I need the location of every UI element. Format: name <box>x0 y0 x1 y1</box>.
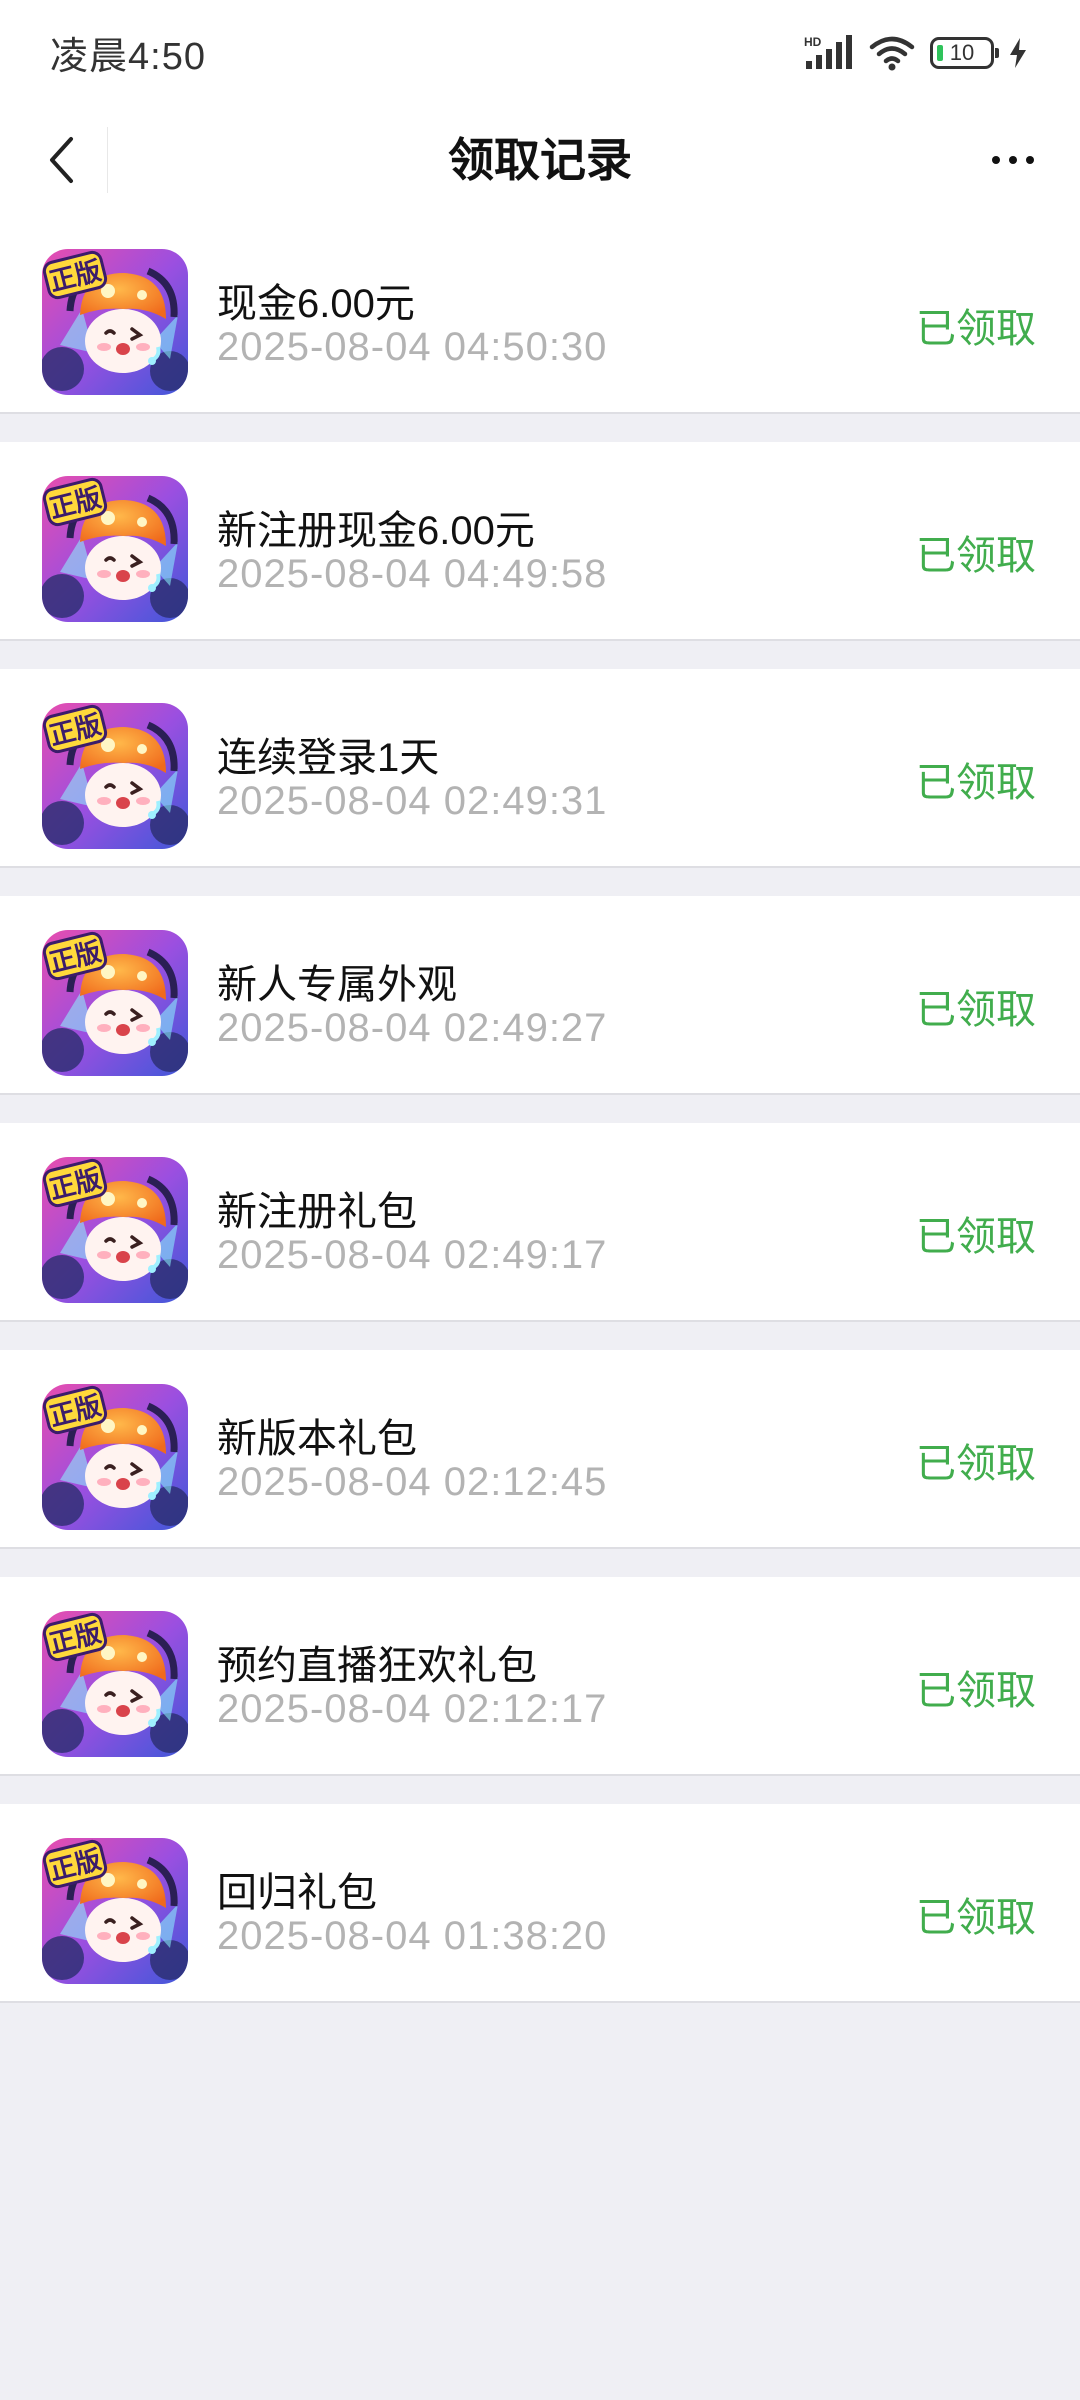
game-app-icon: 正版 <box>42 930 188 1076</box>
record-list: 正版 现金6.00元 2025-08-04 04:50:30 已领取 正版 新注… <box>0 215 1080 2031</box>
status-time: 凌晨4:50 <box>50 36 206 78</box>
nav-bar: 领取记录 <box>0 105 1080 215</box>
record-row: 正版 连续登录1天 2025-08-04 02:49:31 已领取 <box>0 669 1080 868</box>
battery-icon: 10 <box>930 36 999 69</box>
record-status: 已领取 <box>916 307 1036 351</box>
record-row: 正版 新版本礼包 2025-08-04 02:12:45 已领取 <box>0 1350 1080 1549</box>
battery-level: 10 <box>949 39 975 65</box>
record-time: 2025-08-04 01:38:20 <box>217 1914 608 1958</box>
record-row: 正版 新注册礼包 2025-08-04 02:49:17 已领取 <box>0 1123 1080 1322</box>
record-status: 已领取 <box>916 1442 1036 1486</box>
record-status: 已领取 <box>916 1896 1036 1940</box>
status-bar: 凌晨4:50 HD 10 <box>0 0 1080 105</box>
wifi-icon <box>869 36 915 70</box>
record-title: 新版本礼包 <box>217 1417 417 1461</box>
more-dot-icon <box>1009 156 1017 164</box>
game-app-icon: 正版 <box>42 249 188 395</box>
more-options-button[interactable] <box>968 120 1058 200</box>
game-app-icon: 正版 <box>42 1157 188 1303</box>
record-status: 已领取 <box>916 534 1036 578</box>
record-row: 正版 回归礼包 2025-08-04 01:38:20 已领取 <box>0 1804 1080 2003</box>
record-row: 正版 新人专属外观 2025-08-04 02:49:27 已领取 <box>0 896 1080 1095</box>
record-row: 正版 新注册现金6.00元 2025-08-04 04:49:58 已领取 <box>0 442 1080 641</box>
record-title: 连续登录1天 <box>217 736 440 780</box>
record-status: 已领取 <box>916 761 1036 805</box>
network-label: HD <box>804 35 822 49</box>
back-button[interactable] <box>22 120 102 200</box>
signal-icon: HD <box>804 34 852 69</box>
page-title: 领取记录 <box>448 134 632 186</box>
record-title: 预约直播狂欢礼包 <box>217 1644 537 1688</box>
record-title: 回归礼包 <box>217 1871 377 1915</box>
game-app-icon: 正版 <box>42 703 188 849</box>
record-status: 已领取 <box>916 988 1036 1032</box>
record-row: 正版 预约直播狂欢礼包 2025-08-04 02:12:17 已领取 <box>0 1577 1080 1776</box>
record-time: 2025-08-04 02:49:27 <box>217 1006 608 1050</box>
status-icons: HD 10 <box>804 34 1028 71</box>
record-title: 现金6.00元 <box>217 282 415 326</box>
record-status: 已领取 <box>916 1215 1036 1259</box>
more-dot-icon <box>1026 156 1034 164</box>
record-time: 2025-08-04 02:12:45 <box>217 1460 608 1504</box>
record-time: 2025-08-04 02:49:17 <box>217 1233 608 1277</box>
more-dot-icon <box>992 156 1000 164</box>
record-time: 2025-08-04 02:49:31 <box>217 779 608 823</box>
record-time: 2025-08-04 04:50:30 <box>217 325 608 369</box>
record-title: 新人专属外观 <box>217 963 457 1007</box>
game-app-icon: 正版 <box>42 476 188 622</box>
back-arrow-icon <box>50 137 73 183</box>
record-time: 2025-08-04 02:12:17 <box>217 1687 608 1731</box>
record-title: 新注册礼包 <box>217 1190 417 1234</box>
game-app-icon: 正版 <box>42 1838 188 1984</box>
nav-divider <box>107 127 108 193</box>
game-app-icon: 正版 <box>42 1384 188 1530</box>
charging-icon <box>1010 37 1026 68</box>
record-title: 新注册现金6.00元 <box>217 509 535 553</box>
record-row: 正版 现金6.00元 2025-08-04 04:50:30 已领取 <box>0 215 1080 414</box>
record-status: 已领取 <box>916 1669 1036 1713</box>
game-app-icon: 正版 <box>42 1611 188 1757</box>
record-time: 2025-08-04 04:49:58 <box>217 552 608 596</box>
